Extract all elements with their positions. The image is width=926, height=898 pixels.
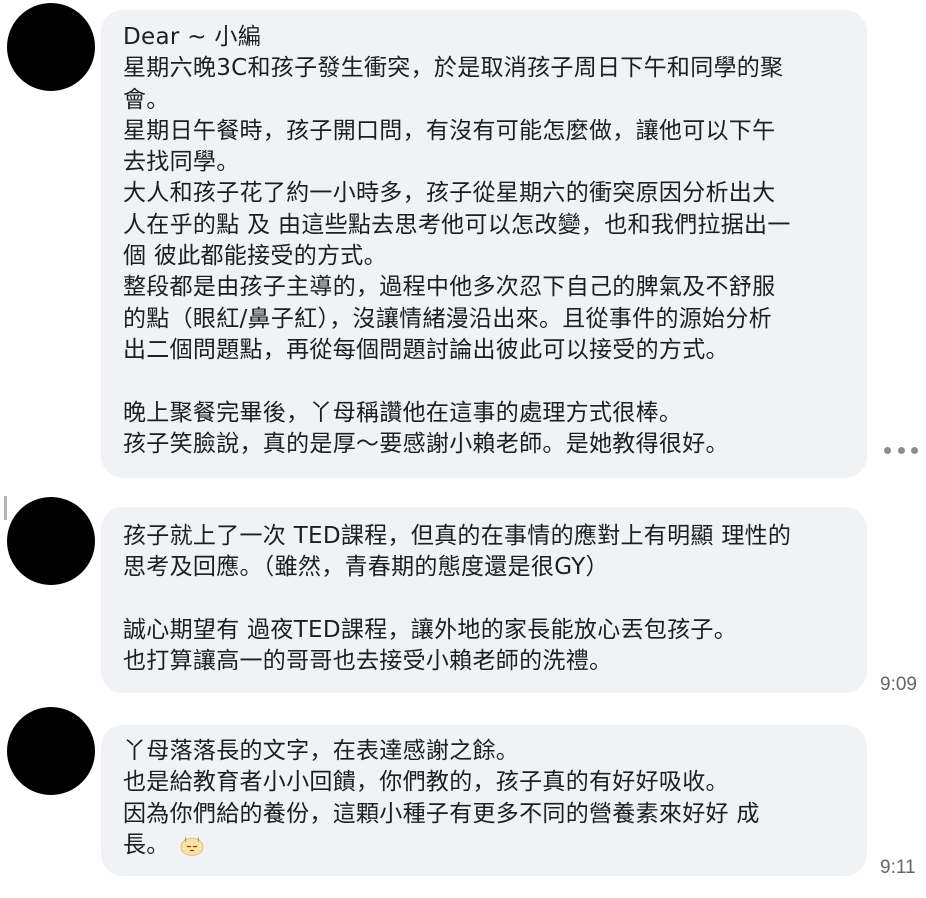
sender-avatar[interactable] bbox=[7, 497, 95, 585]
message-line: 也打算讓高一的哥哥也去接受小賴老師的洗禮。 bbox=[123, 648, 613, 675]
message-line: 思考及回應。（雖然，青春期的態度還是很GY） bbox=[123, 554, 609, 581]
message-bubble[interactable]: Dear ~ 小編 星期六晚3C和孩子發生衝突，於是取消孩子周日下午和同學的聚 … bbox=[101, 10, 867, 478]
message-line: 出二個問題點，再從每個問題討論出彼此可以接受的方式。 bbox=[123, 336, 729, 363]
message-line: 丫母落落長的文字，在表達感謝之餘。 bbox=[123, 738, 520, 764]
message-line: 因為你們給的養份，這顆小種子有更多不同的營養素來好好 成 bbox=[123, 800, 760, 827]
message-timestamp: 9:09 bbox=[880, 674, 917, 695]
message-line: Dear ~ 小編 bbox=[123, 24, 262, 50]
more-options-icon[interactable] bbox=[884, 441, 918, 459]
message-line: 星期日午餐時，孩子開口問，有沒有可能怎麼做，讓他可以下午 bbox=[123, 117, 776, 144]
message-line: 的點（眼紅/鼻子紅），沒讓情緒漫沿出來。且從事件的源始分析 bbox=[123, 305, 772, 332]
message-line: 誠心期望有 過夜TED課程，讓外地的家長能放心丟包孩子。 bbox=[123, 616, 738, 643]
sender-avatar[interactable] bbox=[7, 707, 95, 795]
dot bbox=[911, 446, 918, 454]
message-timestamp: 9:11 bbox=[880, 857, 916, 878]
message-bubble[interactable]: 丫母落落長的文字，在表達感謝之餘。 也是給教育者小小回饋，你們教的，孩子真的有好… bbox=[101, 725, 867, 876]
dot bbox=[897, 446, 905, 454]
relieved-face-emoji-icon bbox=[180, 837, 204, 856]
message-line: 星期六晚3C和孩子發生衝突，於是取消孩子周日下午和同學的聚 bbox=[123, 55, 784, 82]
message-line: 個 彼此都能接受的方式。 bbox=[123, 243, 387, 270]
message-line: 會。 bbox=[123, 86, 170, 113]
sender-avatar[interactable] bbox=[7, 3, 95, 91]
dot bbox=[884, 446, 891, 454]
message-line-with-emoji: 長。 bbox=[123, 830, 867, 861]
message-line: 去找同學。 bbox=[123, 149, 240, 176]
message-line: 整段都是由孩子主導的，過程中他多次忍下自己的脾氣及不舒服 bbox=[123, 274, 776, 301]
message-line: 人在乎的點 及 由這些點去思考他可以怎改變，也和我們拉据出一 bbox=[123, 211, 791, 238]
message-line: 晚上聚餐完畢後，丫母稱讚他在這事的處理方式很棒。 bbox=[123, 399, 683, 426]
message-line: 也是給教育者小小回饋，你們教的，孩子真的有好好吸收。 bbox=[123, 769, 729, 796]
message-line: 孩子笑臉說，真的是厚～要感謝小賴老師。是她教得很好。 bbox=[123, 430, 729, 457]
message-line: 孩子就上了一次 TED課程，但真的在事情的應對上有明顯 理性的 bbox=[123, 523, 792, 549]
scroll-marker bbox=[4, 496, 7, 520]
message-line: 長。 bbox=[123, 831, 170, 858]
message-line: 大人和孩子花了約一小時多，孩子從星期六的衝突原因分析出大 bbox=[123, 180, 776, 207]
message-bubble[interactable]: 孩子就上了一次 TED課程，但真的在事情的應對上有明顯 理性的 思考及回應。（雖… bbox=[101, 507, 867, 693]
